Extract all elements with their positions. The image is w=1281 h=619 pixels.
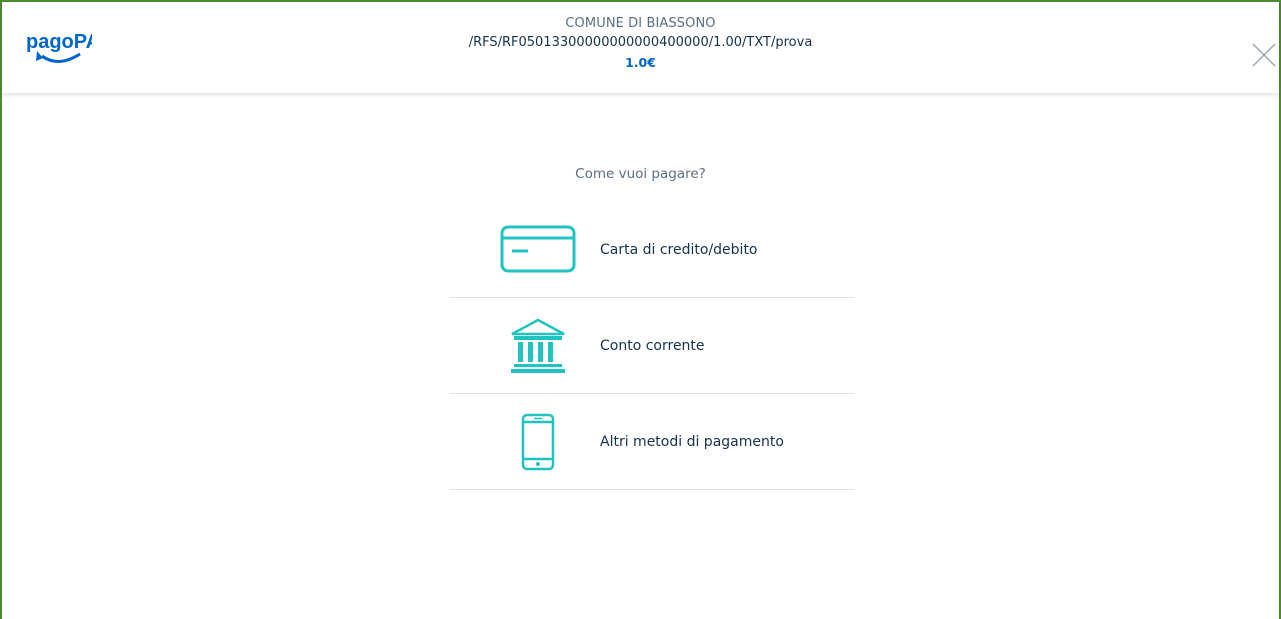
smartphone-icon	[500, 407, 576, 477]
page-frame: pagoPA COMUNE DI BIASSONO /RFS/RF0501330…	[0, 0, 1281, 619]
method-credit-card[interactable]: Carta di credito/debito	[450, 202, 854, 298]
method-label: Altri metodi di pagamento	[600, 433, 784, 450]
close-button[interactable]	[1251, 42, 1277, 68]
payment-reference: /RFS/RF05013300000000000400000/1.00/TXT/…	[468, 35, 813, 50]
credit-card-icon	[500, 215, 576, 285]
bank-icon	[500, 311, 576, 381]
payment-summary: COMUNE DI BIASSONO /RFS/RF05013300000000…	[2, 15, 1279, 73]
method-bank-account[interactable]: Conto corrente	[450, 298, 854, 394]
payment-question: Come vuoi pagare?	[575, 166, 706, 182]
close-icon	[1252, 43, 1276, 67]
method-label: Conto corrente	[600, 337, 705, 354]
org-name: COMUNE DI BIASSONO	[565, 16, 716, 31]
payment-methods-list: Carta di credito/debito Conto corrente A…	[450, 202, 854, 490]
method-other[interactable]: Altri metodi di pagamento	[450, 394, 854, 490]
payment-amount: 1.0€	[625, 55, 656, 70]
method-label: Carta di credito/debito	[600, 241, 758, 258]
header: pagoPA COMUNE DI BIASSONO /RFS/RF0501330…	[2, 2, 1279, 93]
